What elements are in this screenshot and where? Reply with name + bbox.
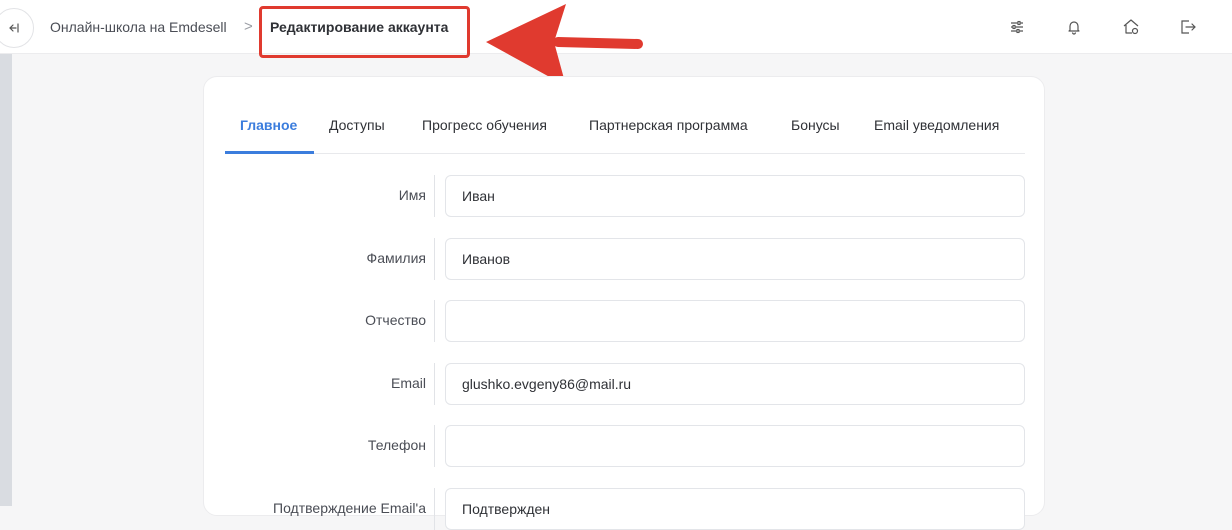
- tab-main[interactable]: Главное: [240, 117, 297, 133]
- collapse-sidebar-button[interactable]: [0, 8, 34, 48]
- form-divider: [434, 238, 435, 280]
- settings-sliders-icon: [1011, 20, 1023, 34]
- last-name-input[interactable]: [445, 238, 1025, 280]
- form-row-phone: Телефон: [204, 425, 1046, 467]
- email-confirm-label: Подтверждение Email'а: [273, 500, 426, 516]
- email-confirm-field[interactable]: [445, 488, 1025, 530]
- form-row-last-name: Фамилия: [204, 238, 1046, 280]
- form-divider: [434, 488, 435, 530]
- home-settings-icon: [1123, 19, 1139, 35]
- notifications-button[interactable]: [1063, 16, 1085, 38]
- form-divider: [434, 175, 435, 217]
- top-bar: Онлайн-школа на Emdesell > Редактировани…: [0, 0, 1232, 54]
- home-settings-button[interactable]: [1120, 16, 1142, 38]
- account-tabs: Главное Доступы Прогресс обучения Партне…: [225, 107, 1025, 154]
- email-label: Email: [390, 375, 426, 391]
- breadcrumb-separator: >: [244, 18, 253, 35]
- settings-sliders-button[interactable]: [1006, 16, 1028, 38]
- account-edit-card: Главное Доступы Прогресс обучения Партне…: [203, 76, 1046, 530]
- phone-label: Телефон: [367, 437, 426, 453]
- form-divider: [434, 425, 435, 467]
- first-name-label: Имя: [398, 187, 426, 203]
- breadcrumb-current-page: Редактирование аккаунта: [270, 19, 449, 35]
- tab-email-notifications[interactable]: Email уведомления: [874, 117, 999, 133]
- tab-partner-program[interactable]: Партнерская программа: [589, 117, 748, 133]
- last-name-label: Фамилия: [366, 250, 426, 266]
- tab-learning-progress[interactable]: Прогресс обучения: [422, 117, 547, 133]
- form-row-email: Email: [204, 363, 1046, 405]
- active-tab-indicator: [225, 151, 314, 154]
- email-input[interactable]: [445, 363, 1025, 405]
- middle-name-input[interactable]: [445, 300, 1025, 342]
- form-row-email-confirm: Подтверждение Email'а: [204, 488, 1046, 530]
- form-row-first-name: Имя: [204, 175, 1046, 217]
- breadcrumb-school-link[interactable]: Онлайн-школа на Emdesell: [50, 19, 227, 35]
- middle-name-label: Отчество: [365, 312, 426, 328]
- form-divider: [434, 363, 435, 405]
- tab-bonuses[interactable]: Бонусы: [791, 117, 840, 133]
- form-row-middle-name: Отчество: [204, 300, 1046, 342]
- bell-icon: [1068, 21, 1080, 35]
- first-name-input[interactable]: [445, 175, 1025, 217]
- logout-button[interactable]: [1177, 16, 1199, 38]
- phone-input[interactable]: [445, 425, 1025, 467]
- tab-access[interactable]: Доступы: [329, 117, 385, 133]
- collapse-sidebar-icon: [9, 23, 19, 33]
- logout-icon: [1181, 20, 1196, 34]
- sidebar-strip: [0, 54, 12, 506]
- form-divider: [434, 300, 435, 342]
